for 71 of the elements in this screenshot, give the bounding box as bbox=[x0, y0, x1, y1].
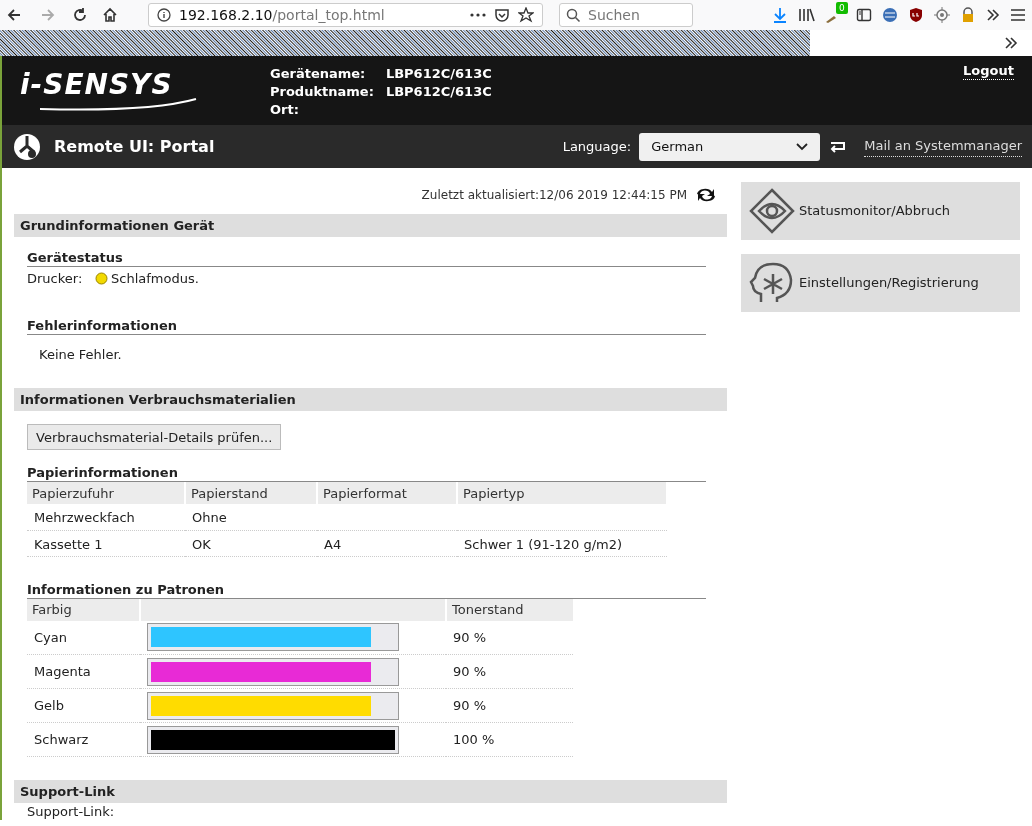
last-updated-text: Zuletzt aktualisiert:12/06 2019 12:44:15 PM bbox=[421, 186, 687, 204]
table-cell: 90 % bbox=[446, 620, 573, 655]
info-label: Gerätename: bbox=[270, 65, 367, 83]
sidebar-icon[interactable] bbox=[856, 7, 872, 23]
search-field[interactable]: Suchen bbox=[559, 3, 693, 27]
info-label: Produktname: bbox=[270, 83, 374, 101]
column-header: Papiertyp bbox=[457, 482, 667, 504]
menu-button[interactable]: Einstellungen/Registrierung bbox=[741, 254, 1020, 312]
section-header: Grundinformationen Gerät bbox=[14, 214, 727, 237]
support-link-label: Support-Link: bbox=[26, 803, 116, 820]
table-cell: A4 bbox=[317, 530, 457, 556]
column-header: Farbig bbox=[27, 598, 140, 621]
info-value: LBP612C/613C bbox=[385, 65, 492, 83]
crosshair-icon[interactable] bbox=[934, 7, 950, 23]
status-dot-icon bbox=[95, 272, 108, 285]
section-header: Informationen Verbrauchsmaterialien bbox=[14, 388, 727, 411]
refresh-icon[interactable] bbox=[695, 186, 717, 204]
table-cell: Kassette 1 bbox=[27, 530, 185, 556]
table-cell: OK bbox=[185, 530, 317, 556]
column-header: Papierformat bbox=[317, 482, 457, 504]
language-label: Language: bbox=[562, 137, 632, 156]
search-icon bbox=[566, 8, 581, 23]
table-cell: Mehrzweckfach bbox=[27, 504, 185, 530]
logout-link[interactable]: Logout bbox=[963, 63, 1014, 80]
table-cell: 100 % bbox=[446, 722, 573, 757]
subsection-title: Informationen zu Patronen bbox=[27, 580, 706, 599]
column-header: Papierstand bbox=[185, 482, 317, 504]
back-icon[interactable] bbox=[6, 7, 22, 23]
subsection-title: Gerätestatus bbox=[27, 249, 706, 267]
status-label: Drucker: bbox=[27, 270, 84, 287]
eye-icon bbox=[749, 188, 795, 234]
overflow-icon[interactable] bbox=[986, 8, 1000, 22]
info-icon[interactable] bbox=[157, 8, 171, 22]
table-cell: Schwarz bbox=[27, 722, 140, 757]
notification-badge: 0 bbox=[836, 2, 848, 14]
more-icon[interactable] bbox=[470, 13, 486, 17]
table-cell: Cyan bbox=[27, 620, 140, 655]
library-icon[interactable] bbox=[798, 7, 816, 23]
shield-icon[interactable] bbox=[908, 7, 924, 23]
details-button[interactable]: Verbrauchsmaterial-Details prüfen... bbox=[27, 424, 282, 450]
table-cell: Ohne bbox=[185, 504, 317, 530]
lock-icon[interactable] bbox=[960, 7, 976, 23]
info-label: Ort: bbox=[270, 101, 300, 119]
caret-icon bbox=[796, 142, 809, 151]
info-value: LBP612C/613C bbox=[385, 83, 492, 101]
error-text: Keine Fehler. bbox=[38, 346, 123, 363]
page-title: Remote UI: Portal bbox=[54, 135, 215, 158]
menu-button[interactable]: Statusmonitor/Abbruch bbox=[741, 182, 1020, 240]
portal-icon bbox=[12, 131, 42, 162]
table-cell: 90 % bbox=[446, 654, 573, 689]
table-cell: Magenta bbox=[27, 654, 140, 689]
addon-icon[interactable] bbox=[826, 13, 836, 23]
home-icon[interactable] bbox=[102, 7, 118, 23]
status-value: Schlafmodus. bbox=[111, 270, 199, 287]
mail-link[interactable]: Mail an Systemmanager bbox=[864, 136, 1022, 157]
section-header: Support-Link bbox=[14, 780, 727, 803]
address-bar[interactable]: 192.168.2.10/portal_top.html bbox=[148, 3, 543, 27]
overflow-icon[interactable] bbox=[1004, 36, 1018, 50]
table-cell: Schwer 1 (91-120 g/m2) bbox=[457, 530, 667, 556]
subsection-title: Fehlerinformationen bbox=[27, 317, 706, 335]
language-select[interactable]: German bbox=[639, 132, 821, 161]
url-text: 192.168.2.10/portal_top.html bbox=[179, 5, 385, 25]
star-icon[interactable] bbox=[518, 7, 534, 23]
logo: i-SENSYS bbox=[20, 68, 200, 113]
pocket-icon[interactable] bbox=[494, 7, 510, 23]
column-header: Papierzufuhr bbox=[27, 482, 185, 504]
menu-icon[interactable] bbox=[1010, 8, 1026, 22]
table-cell: 90 % bbox=[446, 688, 573, 723]
reload-icon[interactable] bbox=[72, 7, 88, 23]
table-cell: Gelb bbox=[27, 688, 140, 723]
download-icon[interactable] bbox=[772, 7, 788, 23]
